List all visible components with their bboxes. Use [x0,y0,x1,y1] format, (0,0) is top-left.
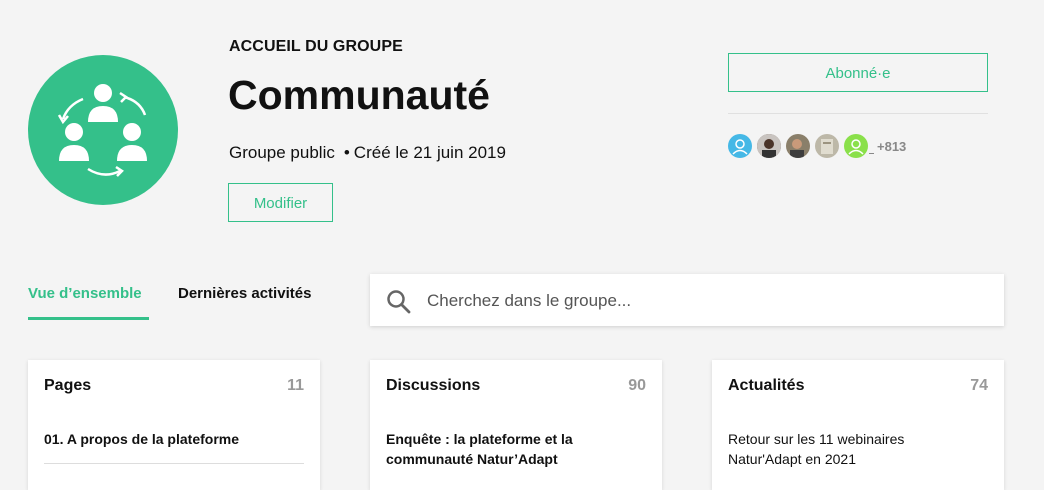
avatar-photo-1[interactable] [757,134,781,158]
active-tab-indicator [28,317,149,320]
avatar-default-green[interactable] [844,134,868,158]
divider [728,113,988,114]
page-kicker: ACCUEIL DU GROUPE [229,38,403,55]
avatar-photo-3[interactable] [815,134,839,158]
card-item-link[interactable]: Retour sur les 11 webinaires Natur'Adapt… [728,429,978,469]
subscribe-button[interactable]: Abonné·e [728,53,988,92]
avatar-default-blue[interactable] [728,134,752,158]
avatar-photo-2[interactable] [786,134,810,158]
tab-overview[interactable]: Vue d’ensemble [28,285,142,302]
card-count: 11 [287,377,304,394]
news-card: Actualités 74 Retour sur les 11 webinair… [712,360,1004,490]
card-divider [44,463,304,464]
meta-separator: • [343,143,350,162]
card-title: Actualités [728,377,805,394]
card-count: 74 [970,377,988,394]
extra-member-count[interactable]: +813 [877,139,906,154]
search-input[interactable] [425,274,989,328]
group-title: Communauté [228,72,490,118]
tab-latest-activities[interactable]: Dernières activités [178,285,311,302]
search-icon[interactable] [386,289,412,315]
discussions-card: Discussions 90 Enquête : la plateforme e… [370,360,662,490]
card-title: Discussions [386,377,481,394]
card-title: Pages [44,377,92,394]
card-count: 90 [628,377,646,394]
card-item-link[interactable]: Enquête : la plateforme et la communauté… [386,429,636,469]
group-visibility: Groupe public [229,143,335,162]
group-meta: Groupe public • Créé le 21 juin 2019 [229,143,506,163]
search-bar[interactable] [370,274,1004,328]
modify-button[interactable]: Modifier [228,183,333,222]
group-logo [28,55,178,205]
member-link-underline [869,153,874,154]
group-created-date: Créé le 21 juin 2019 [353,143,506,162]
pages-card: Pages 11 01. A propos de la plateforme [28,360,320,490]
community-people-icon [57,84,147,177]
card-item-link[interactable]: 01. A propos de la plateforme [44,429,294,449]
